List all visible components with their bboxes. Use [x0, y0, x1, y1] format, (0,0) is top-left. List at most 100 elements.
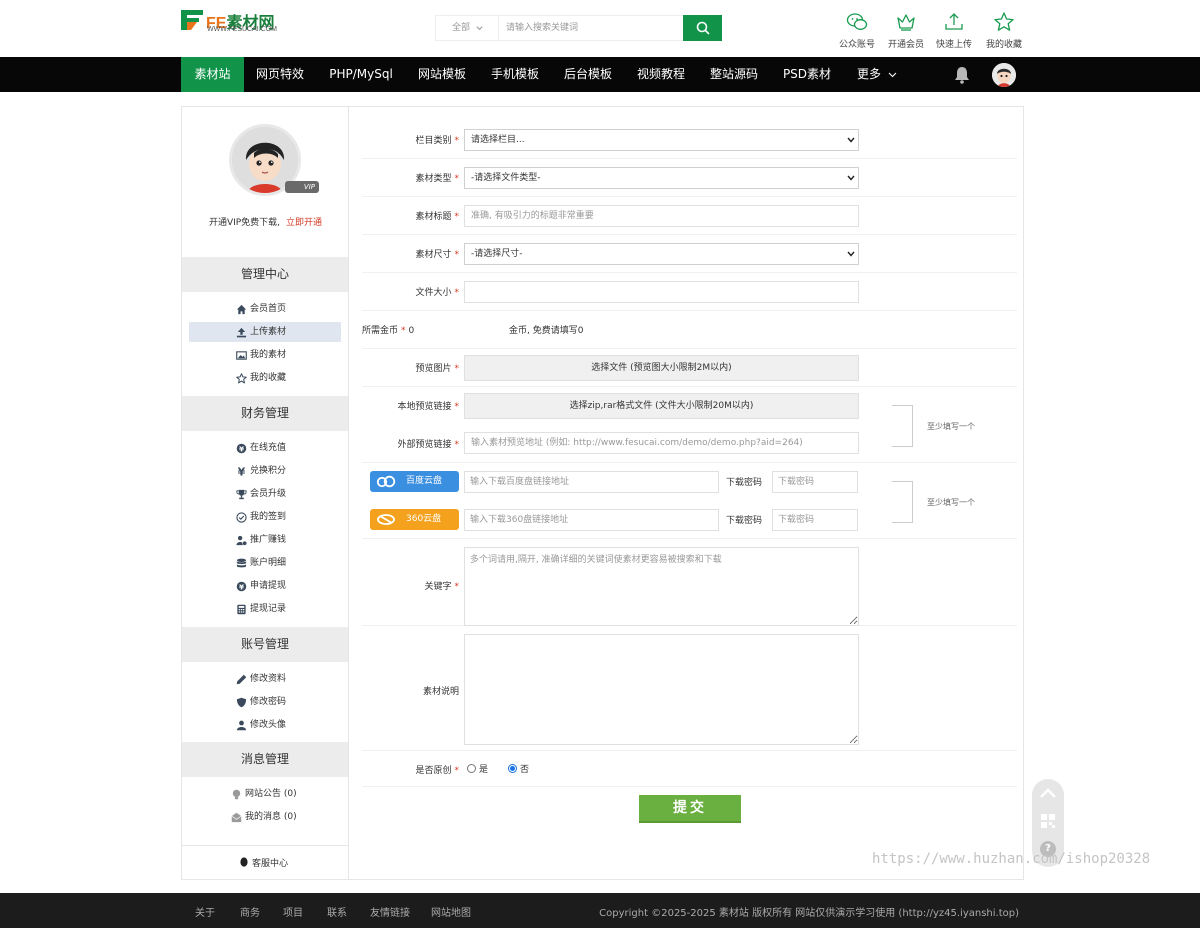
sidebar-item-recharge[interactable]: ¥ 在线充值	[189, 438, 341, 458]
mail-icon	[231, 812, 242, 823]
sidebar-item-announcements[interactable]: 网站公告 (0)	[189, 784, 341, 804]
header-wechat-link[interactable]: 公众账号	[832, 11, 882, 50]
size-select[interactable]: -请选择尺寸-	[464, 243, 859, 265]
submit-button[interactable]: 提交	[639, 795, 741, 823]
form-row-coins: 所需金币 * 0 金币, 免费请填写0	[362, 311, 1017, 349]
nav-item-video-tutorials[interactable]: 视频教程	[629, 57, 693, 92]
sidebar-item-upload[interactable]: 上传素材	[189, 322, 341, 342]
nav-item-sucaizhan[interactable]: 素材站	[181, 57, 244, 92]
nav-item-full-source[interactable]: 整站源码	[702, 57, 766, 92]
header-upload-link[interactable]: 快速上传	[929, 11, 979, 50]
svg-text:¥: ¥	[238, 466, 246, 477]
site-logo[interactable]: FE素材网 WWW.FESUCAI.COM	[181, 10, 293, 34]
field-label: 外部预览链接 *	[397, 440, 459, 450]
category-select[interactable]: 请选择栏目...	[464, 129, 859, 151]
sidebar-item-checkin[interactable]: 我的签到	[189, 507, 341, 527]
header-vip-link[interactable]: 开通会员	[881, 11, 931, 50]
user-avatar[interactable]	[992, 63, 1016, 87]
exchange-icon: ¥	[238, 466, 246, 477]
field-label: 预览图片 *	[415, 364, 459, 374]
footer-link-contact[interactable]: 联系	[327, 904, 347, 919]
sidebar-item-withdraw[interactable]: ¥ 申请提现	[189, 576, 341, 596]
search-button[interactable]	[683, 15, 722, 41]
field-label: 关键字 *	[424, 582, 459, 592]
qr-code-icon[interactable]	[1040, 813, 1056, 829]
local-file-button[interactable]: 选择zip,rar格式文件 (文件大小限制20M以内)	[464, 393, 859, 419]
qihu-cloud-badge: 360云盘	[370, 509, 459, 530]
sidebar-item-change-avatar[interactable]: 修改头像	[189, 715, 341, 735]
footer-link-friend-links[interactable]: 友情链接	[370, 904, 410, 919]
nav-item-psd[interactable]: PSD素材	[775, 57, 839, 92]
pwd-label: 下载密码	[726, 478, 763, 488]
coins-value: 0	[408, 326, 415, 336]
preview-file-button[interactable]: 选择文件 (预览图大小限制2M以内)	[464, 355, 859, 381]
baidu-cloud-icon	[376, 475, 396, 488]
form-row-description: 素材说明	[362, 626, 1017, 751]
star-icon	[236, 373, 247, 384]
sidebar-item-account-details[interactable]: 账户明细	[189, 553, 341, 573]
header-favorites-link[interactable]: 我的收藏	[979, 11, 1029, 50]
wechat-icon	[846, 13, 868, 30]
footer-link-about[interactable]: 关于	[195, 904, 215, 919]
radio-yes[interactable]	[467, 764, 476, 773]
group-title-management: 管理中心	[182, 257, 348, 292]
bulb-icon	[232, 789, 241, 800]
nav-item-admin-templates[interactable]: 后台模板	[556, 57, 620, 92]
search-scope-select[interactable]: 全部	[436, 16, 499, 40]
header-icon-label: 开通会员	[887, 40, 924, 50]
sidebar-item-withdraw-records[interactable]: 提现记录	[189, 599, 341, 619]
baidu-link-input[interactable]	[464, 471, 719, 493]
sidebar-item-edit-profile[interactable]: 修改资料	[189, 669, 341, 689]
member-panel: VIP 开通VIP免费下载, 立即开通 管理中心 会员首页 上传素材 我的素材 我…	[181, 106, 1024, 880]
nav-item-web-effects[interactable]: 网页特效	[248, 57, 312, 92]
filesize-input[interactable]	[464, 281, 859, 303]
baidu-password-input[interactable]	[772, 471, 858, 493]
qihu-password-input[interactable]	[772, 509, 858, 531]
sidebar-item-member-home[interactable]: 会员首页	[189, 299, 341, 319]
sidebar-item-my-materials[interactable]: 我的素材	[189, 345, 341, 365]
user-icon	[236, 720, 247, 731]
chevron-down-icon	[476, 26, 483, 31]
logo-mark-icon	[181, 10, 203, 30]
filetype-select[interactable]: -请选择文件类型-	[464, 167, 859, 189]
star-icon	[994, 12, 1014, 31]
external-link-input[interactable]	[464, 432, 859, 454]
form-row-keywords: 关键字 *	[362, 539, 1017, 626]
sidebar-item-promote[interactable]: 推广赚钱	[189, 530, 341, 550]
back-to-top-icon[interactable]	[1039, 787, 1057, 799]
shield-icon	[236, 697, 247, 708]
form-row-preview-image: 预览图片 * 选择文件 (预览图大小限制2M以内)	[362, 349, 1017, 387]
nav-item-php-mysql[interactable]: PHP/MySql	[322, 57, 400, 92]
upload-icon	[945, 13, 963, 30]
nav-item-more[interactable]: 更多	[850, 57, 900, 92]
check-circle-icon	[236, 512, 247, 523]
sidebar-item-member-upgrade[interactable]: 会员升级	[189, 484, 341, 504]
sidebar-item-change-password[interactable]: 修改密码	[189, 692, 341, 712]
user-money-icon	[236, 535, 247, 546]
sidebar-item-exchange-points[interactable]: ¥ 兑换积分	[189, 461, 341, 481]
customer-service-link[interactable]: 客服中心	[182, 845, 348, 879]
search-box: 全部	[435, 15, 722, 41]
vip-open-link[interactable]: 立即开通	[286, 218, 322, 228]
sidebar-item-my-messages[interactable]: 我的消息 (0)	[189, 807, 341, 827]
nav-item-site-templates[interactable]: 网站模板	[410, 57, 474, 92]
sidebar-item-my-favorites[interactable]: 我的收藏	[189, 368, 341, 388]
description-textarea[interactable]	[464, 634, 859, 745]
bell-icon[interactable]	[954, 66, 970, 84]
nav-item-mobile-templates[interactable]: 手机模板	[483, 57, 547, 92]
footer-link-projects[interactable]: 项目	[283, 904, 303, 919]
search-icon	[696, 21, 710, 35]
keywords-textarea[interactable]	[464, 547, 859, 626]
qihu-link-input[interactable]	[464, 509, 719, 531]
form-row-size: 素材尺寸 * -请选择尺寸-	[362, 235, 1017, 273]
title-input[interactable]	[464, 205, 859, 227]
footer-link-sitemap[interactable]: 网站地图	[431, 904, 471, 919]
radio-no[interactable]	[508, 764, 517, 773]
search-input[interactable]	[500, 16, 682, 40]
footer-link-business[interactable]: 商务	[240, 904, 260, 919]
trophy-icon	[236, 489, 247, 500]
calculator-icon	[237, 604, 246, 615]
svg-text:¥: ¥	[239, 444, 245, 453]
coins-hint: 金币, 免费请填写0	[509, 326, 584, 336]
at-least-one-hint: 至少填写一个	[927, 422, 975, 431]
